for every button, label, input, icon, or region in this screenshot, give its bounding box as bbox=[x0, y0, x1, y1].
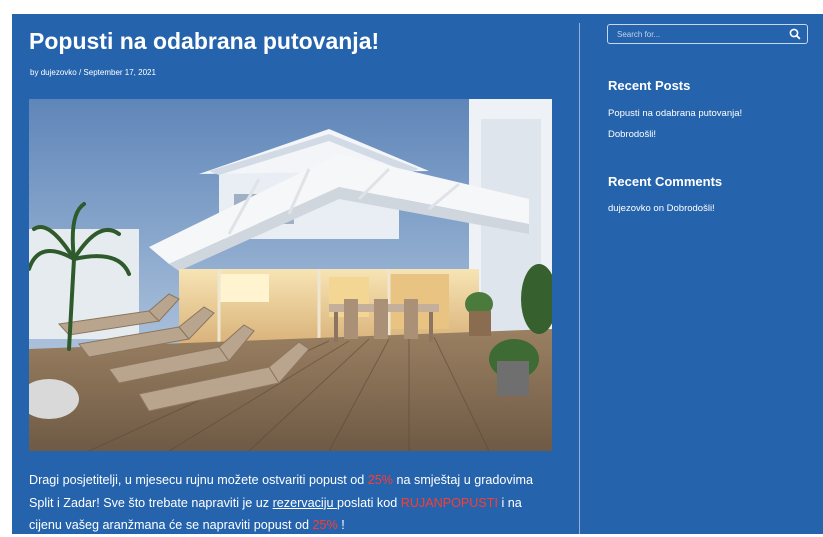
sidebar-divider bbox=[579, 23, 580, 534]
post-date: September 17, 2021 bbox=[83, 68, 156, 77]
recent-post-link[interactable]: Popusti na odabrana putovanja! bbox=[608, 108, 742, 119]
post-meta: by dujezovko / September 17, 2021 bbox=[30, 68, 156, 77]
comment-author-link[interactable]: dujezovko bbox=[608, 203, 651, 214]
discount-highlight-1: 25% bbox=[367, 473, 394, 487]
search-input[interactable] bbox=[608, 25, 778, 43]
post-meta-separator: / bbox=[78, 68, 82, 77]
page: Popusti na odabrana putovanja! by dujezo… bbox=[0, 0, 823, 534]
recent-comments-title: Recent Comments bbox=[608, 174, 723, 189]
search-icon[interactable] bbox=[787, 26, 803, 42]
post-title[interactable]: Popusti na odabrana putovanja! bbox=[29, 28, 379, 55]
search-form bbox=[607, 24, 808, 44]
post-body: Dragi posjetitelji, u mjesecu rujnu može… bbox=[29, 469, 549, 537]
comment-post-link[interactable]: Dobrodošli! bbox=[667, 203, 715, 214]
reservation-link[interactable]: rezervaciju bbox=[273, 496, 337, 510]
post-meta-by: by bbox=[30, 68, 39, 77]
discount-code: RUJANPOPUSTI bbox=[400, 495, 498, 510]
comment-connector: on bbox=[650, 203, 667, 214]
main-content-area: Popusti na odabrana putovanja! by dujezo… bbox=[12, 14, 823, 534]
recent-posts-title: Recent Posts bbox=[608, 78, 691, 93]
post-body-text-5: ! bbox=[337, 518, 345, 532]
featured-image bbox=[29, 99, 552, 451]
recent-comment-item: dujezovko on Dobrodošli! bbox=[608, 203, 715, 214]
discount-highlight-2: 25% bbox=[312, 518, 338, 532]
post-author-link[interactable]: dujezovko bbox=[41, 68, 77, 77]
post-body-text-1: Dragi posjetitelji, u mjesecu rujnu može… bbox=[29, 473, 368, 487]
recent-post-link[interactable]: Dobrodošli! bbox=[608, 129, 656, 140]
post-body-text-3: poslati kod bbox=[337, 495, 401, 510]
